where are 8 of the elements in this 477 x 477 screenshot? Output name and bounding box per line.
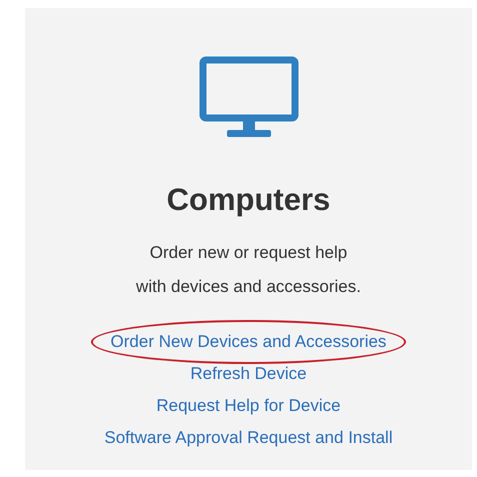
card-title: Computers bbox=[166, 181, 330, 219]
service-link[interactable]: Refresh Device bbox=[190, 358, 307, 390]
service-link[interactable]: Order New Devices and Accessories bbox=[110, 326, 386, 358]
description-text: with devices and accessories. bbox=[136, 276, 361, 298]
monitor-icon bbox=[198, 56, 298, 140]
description-text: Order new or request help bbox=[150, 242, 348, 264]
service-link[interactable]: Request Help for Device bbox=[156, 390, 341, 422]
service-link[interactable]: Software Approval Request and Install bbox=[104, 422, 393, 454]
